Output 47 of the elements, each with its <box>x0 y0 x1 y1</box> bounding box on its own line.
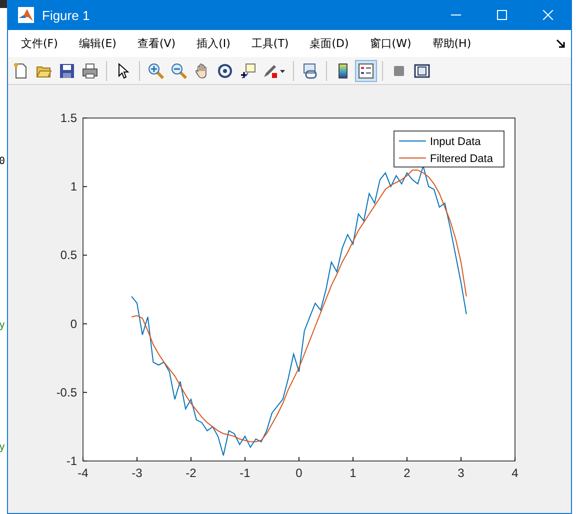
menu-item[interactable]: 查看(V) <box>130 36 183 51</box>
menu-item[interactable]: 插入(I) <box>190 36 238 51</box>
y-tick <box>82 392 88 393</box>
x-tick-label: 2 <box>404 466 410 480</box>
menu-item[interactable]: 编辑(E) <box>72 36 124 51</box>
x-tick-label: -2 <box>186 466 196 480</box>
x-tick <box>406 456 408 462</box>
x-tick <box>298 456 300 462</box>
menu-item[interactable]: 窗口(W) <box>362 36 418 51</box>
x-tick <box>244 456 246 462</box>
close-icon <box>543 10 553 20</box>
x-tick-label: -4 <box>78 466 88 480</box>
app-logo-icon <box>18 7 34 23</box>
menu-item[interactable]: 帮助(H) <box>425 36 478 51</box>
legend-label: Input Data <box>430 136 481 148</box>
menu-item[interactable]: 桌面(D) <box>302 36 356 51</box>
x-tick <box>514 456 516 462</box>
y-tick <box>82 186 88 188</box>
x-tick <box>460 456 462 462</box>
legend-icon[interactable] <box>355 60 377 82</box>
dock-arrow-icon[interactable] <box>556 39 565 48</box>
x-tick-label: 4 <box>512 466 518 480</box>
x-tick-label: -3 <box>132 466 142 480</box>
x-tick <box>136 456 138 462</box>
menu-item[interactable]: 工具(T) <box>244 36 296 51</box>
y-tick-label: 0.5 <box>60 248 77 262</box>
y-tick <box>82 323 88 324</box>
x-tick-label: 1 <box>350 466 356 480</box>
y-tick-label: 0 <box>70 316 77 331</box>
background-text: 0 <box>0 156 6 168</box>
x-tick-label: 0 <box>296 466 302 480</box>
legend-line-icon <box>398 140 426 142</box>
x-tick-label: 3 <box>458 466 464 480</box>
legend-label: Filtered Data <box>430 153 493 165</box>
x-tick <box>82 456 84 462</box>
y-tick-label: -1 <box>66 454 77 468</box>
y-tick <box>82 460 88 462</box>
y-tick-label: 1.5 <box>60 111 77 125</box>
x-tick-label: -1 <box>240 466 250 480</box>
maximize-icon <box>497 10 507 20</box>
x-tick <box>190 456 192 462</box>
y-tick <box>82 254 88 256</box>
x-tick <box>352 456 354 462</box>
window-title: Figure 1 <box>42 8 91 22</box>
menu-item[interactable]: 文件(F) <box>14 36 65 51</box>
y-tick-label: -0.5 <box>56 385 77 400</box>
y-tick-label: 1 <box>70 180 77 194</box>
